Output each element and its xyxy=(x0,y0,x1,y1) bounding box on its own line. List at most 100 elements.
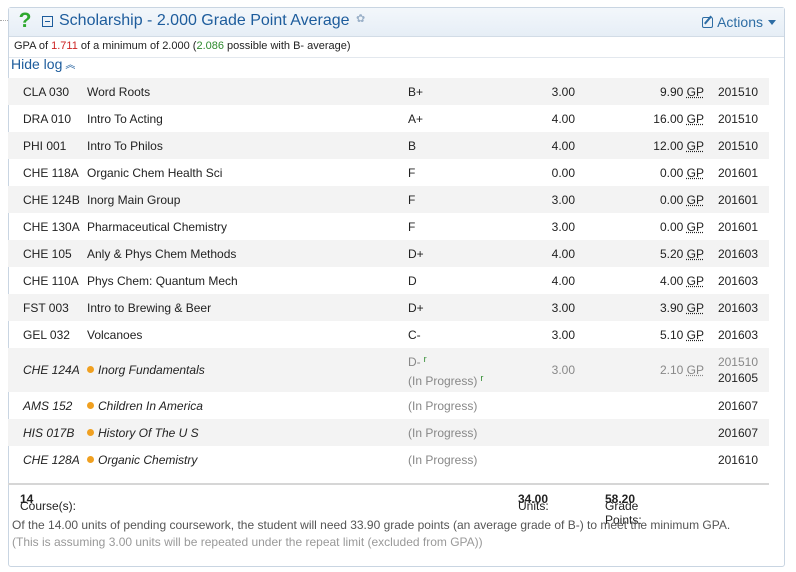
table-row: GEL 032 Volcanoes C- 3.00 5.10 GP 201603 xyxy=(8,321,769,348)
gp-cell: 0.00 GP xyxy=(575,159,704,186)
course-gp: 9.90 xyxy=(659,84,684,99)
title-cell: Organic Chem Health Sci xyxy=(87,159,408,186)
actions-label: Actions xyxy=(717,14,763,30)
term-cell: 201601 xyxy=(704,213,769,240)
code-cell: CHE 118A xyxy=(8,159,87,186)
actions-menu-button[interactable]: Actions xyxy=(702,14,776,30)
course-title: Volcanoes xyxy=(87,327,143,342)
gp-unit: GP xyxy=(686,327,704,342)
course-units: 3.00 xyxy=(551,327,575,342)
question-mark-icon[interactable]: ? xyxy=(15,10,35,32)
gp-unit: GP xyxy=(686,138,704,153)
grade-cell: D-r (In Progress) r xyxy=(408,348,508,392)
course-code: CHE 105 xyxy=(23,246,72,261)
grade-cell: F xyxy=(408,159,508,186)
course-term: 201601 xyxy=(717,219,758,234)
tree-connector xyxy=(0,20,8,21)
course-term-old: 201510 xyxy=(717,355,758,369)
edit-icon xyxy=(702,17,714,28)
gp-cell xyxy=(575,392,704,419)
current-gpa: 1.711 xyxy=(51,40,78,52)
title-cell: Pharmaceutical Chemistry xyxy=(87,213,408,240)
course-code: CHE 124B xyxy=(23,192,80,207)
hide-log-link[interactable]: Hide log ︽ xyxy=(11,56,75,72)
gp-unit: GP xyxy=(686,300,704,315)
course-code: DRA 010 xyxy=(23,111,72,126)
grade-cell: (In Progress) xyxy=(408,419,508,446)
term-cell: 201510 xyxy=(704,78,769,105)
course-units: 3.00 xyxy=(551,192,575,207)
panel-title: Scholarship - 2.000 Grade Point Average xyxy=(59,12,350,29)
course-term: 201601 xyxy=(717,192,758,207)
units-cell: 3.00 xyxy=(508,348,575,392)
possible-gpa: 2.086 xyxy=(196,40,224,52)
gpa-summary: GPA of 1.711 of a minimum of 2.000 (2.08… xyxy=(9,37,784,58)
grade-cell: (In Progress) xyxy=(408,446,508,473)
course-title: Word Roots xyxy=(87,84,151,99)
title-cell: Intro To Philos xyxy=(87,132,408,159)
course-code: GEL 032 xyxy=(23,327,70,342)
title-cell: Phys Chem: Quantum Mech xyxy=(87,267,408,294)
course-units: 4.00 xyxy=(551,246,575,261)
course-title: Anly & Phys Chem Methods xyxy=(87,246,237,261)
course-code: CHE 110A xyxy=(23,273,79,288)
term-cell: 201607 xyxy=(704,419,769,446)
grade-cell: (In Progress) xyxy=(408,392,508,419)
pending-note: Of the 14.00 units of pending coursework… xyxy=(12,517,730,551)
title-cell: Intro to Brewing & Beer xyxy=(87,294,408,321)
course-title: Pharmaceutical Chemistry xyxy=(87,219,228,234)
gp-unit: GP xyxy=(686,165,704,180)
course-term: 201607 xyxy=(717,425,758,440)
units-cell xyxy=(508,446,575,473)
chevron-up-icon: ︽ xyxy=(65,60,76,71)
course-grade: D- xyxy=(408,355,421,369)
course-units: 3.00 xyxy=(551,363,575,377)
units-cell: 4.00 xyxy=(508,105,575,132)
pending-note-line2: (This is assuming 3.00 units will be rep… xyxy=(12,535,483,549)
units-cell: 3.00 xyxy=(508,294,575,321)
course-gp: 5.20 xyxy=(659,246,684,261)
course-gp: 0.00 xyxy=(659,219,684,234)
units-cell: 3.00 xyxy=(508,78,575,105)
course-gp: 0.00 xyxy=(659,192,684,207)
course-gp: 3.90 xyxy=(659,300,684,315)
gp-cell: 5.10 GP xyxy=(575,321,704,348)
units-cell: 0.00 xyxy=(508,159,575,186)
course-term: 201510 xyxy=(717,138,758,153)
grade-cell: C- xyxy=(408,321,508,348)
courses-total: Course(s): 14 xyxy=(20,492,76,513)
course-term: 201610 xyxy=(717,452,758,467)
code-cell: PHI 001 xyxy=(8,132,87,159)
course-term: 201601 xyxy=(717,165,758,180)
gp-cell xyxy=(575,419,704,446)
gp-cell xyxy=(575,446,704,473)
course-term: 201510 xyxy=(717,111,758,126)
course-grade: C- xyxy=(408,327,421,342)
units-cell: 4.00 xyxy=(508,267,575,294)
units-cell xyxy=(508,419,575,446)
term-cell: 201601 xyxy=(704,186,769,213)
term-cell: 201603 xyxy=(704,267,769,294)
units-cell: 3.00 xyxy=(508,213,575,240)
course-gp: 2.10 xyxy=(659,363,684,377)
term-cell: 201601 xyxy=(704,159,769,186)
in-progress-dot-icon xyxy=(87,366,94,373)
totals-footer: Course(s): 14 Units: 34.00 Grade Points:… xyxy=(8,483,769,527)
collapse-icon[interactable] xyxy=(42,16,53,27)
term-cell: 201603 xyxy=(704,240,769,267)
course-title: Intro To Acting xyxy=(87,111,163,126)
repeat-marker: r xyxy=(423,354,427,364)
gp-unit: GP xyxy=(686,219,704,234)
course-grade: D+ xyxy=(408,246,424,261)
course-title: Phys Chem: Quantum Mech xyxy=(87,273,238,288)
course-term: 201607 xyxy=(717,398,758,413)
gear-icon[interactable]: ✿ xyxy=(356,12,365,25)
gp-total: Grade Points: 58.20 xyxy=(605,492,642,527)
gp-unit: GP xyxy=(686,363,704,377)
caret-down-icon xyxy=(768,20,776,25)
units-label: Units: xyxy=(518,499,549,513)
course-term: 201510 xyxy=(717,84,758,99)
table-row: CHE 118A Organic Chem Health Sci F 0.00 0.00… xyxy=(8,159,769,186)
table-row: AMS 152 Children In America (In Progress) 2… xyxy=(8,392,769,419)
term-cell: 201510 201605 xyxy=(704,348,769,392)
